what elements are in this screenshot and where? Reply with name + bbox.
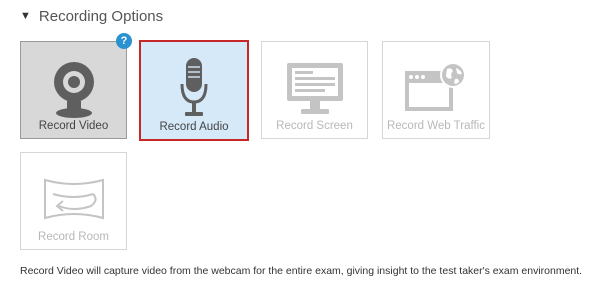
browser-globe-icon [405,62,466,111]
microphone-icon [180,58,208,116]
record-audio-label: Record Audio [159,121,229,133]
recording-options-toggle[interactable]: ▼ Recording Options [20,6,163,26]
help-icon[interactable]: ? [116,33,132,49]
record-screen-label: Record Screen [276,120,353,132]
record-room-label: Record Room [38,231,109,243]
caret-down-icon: ▼ [20,10,31,22]
record-room-option[interactable]: Record Room [20,152,127,250]
record-web-traffic-option[interactable]: Record Web Traffic [382,41,490,139]
option-description: Record Video will capture video from the… [20,265,583,277]
record-video-label: Record Video [38,120,109,132]
monitor-icon [286,63,343,114]
record-audio-option[interactable]: Record Audio [139,40,249,141]
section-title: Recording Options [38,7,164,25]
webcam-icon [53,62,94,118]
record-video-option[interactable]: Record Video [20,41,127,139]
record-screen-option[interactable]: Record Screen [261,41,368,139]
room-panorama-icon [43,178,104,220]
record-web-traffic-label: Record Web Traffic [386,120,485,132]
